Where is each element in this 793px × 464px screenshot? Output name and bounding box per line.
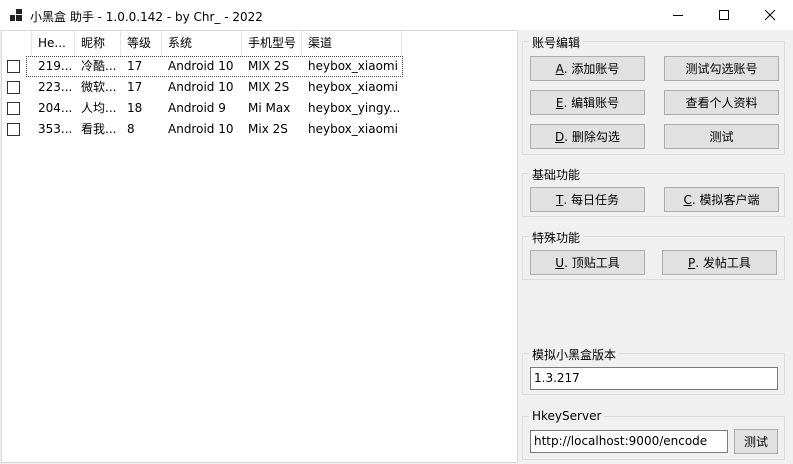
test-selected-button[interactable]: 测试勾选账号 xyxy=(664,56,779,81)
app-icon xyxy=(10,9,22,21)
close-button[interactable] xyxy=(747,0,793,30)
maximize-icon xyxy=(719,10,729,20)
cell-os: Android 9 xyxy=(168,101,226,115)
hkey-server-group: HkeyServer http://localhost:9000/encode … xyxy=(522,409,785,460)
list-header: He... 昵称 等级 系统 手机型号 渠道 xyxy=(2,31,517,56)
button-label: . 添加账号 xyxy=(563,62,620,76)
mnemonic-key: A xyxy=(555,61,564,76)
column-header-os[interactable]: 系统 xyxy=(162,31,242,56)
cell-channel: heybox_yingy... xyxy=(308,101,401,115)
account-list[interactable]: He... 昵称 等级 系统 手机型号 渠道 219... 冷酷... 17 A… xyxy=(1,30,518,463)
table-row[interactable]: 353... 看我... 8 Android 10 Mix 2S heybox_… xyxy=(2,119,402,140)
close-icon xyxy=(764,9,776,21)
test-button[interactable]: 测试 xyxy=(664,124,779,149)
cell-channel: heybox_xiaomi xyxy=(308,80,398,94)
column-header-level[interactable]: 等级 xyxy=(121,31,162,56)
mnemonic-key: C xyxy=(683,192,692,207)
cell-level: 8 xyxy=(127,122,135,136)
cell-nickname: 人均... xyxy=(81,101,117,115)
row-checkbox[interactable] xyxy=(7,81,20,94)
cell-id: 353... xyxy=(38,122,73,136)
button-label: . 每日任务 xyxy=(563,193,619,207)
row-checkbox[interactable] xyxy=(7,60,20,73)
cell-model: Mix 2S xyxy=(248,122,288,136)
cell-level: 18 xyxy=(127,101,143,115)
column-header-id[interactable]: He... xyxy=(32,31,75,56)
column-header-nickname[interactable]: 昵称 xyxy=(75,31,121,56)
row-checkbox[interactable] xyxy=(7,123,20,136)
table-row[interactable]: 204... 人均... 18 Android 9 Mi Max heybox_… xyxy=(2,98,402,119)
group-title: 基础功能 xyxy=(529,166,584,183)
add-account-button[interactable]: A. 添加账号 xyxy=(530,56,645,81)
group-title: HkeyServer xyxy=(529,409,605,423)
top-post-tool-button[interactable]: U. 顶贴工具 xyxy=(530,250,645,275)
button-label: . 模拟客户端 xyxy=(691,193,760,207)
view-profile-button[interactable]: 查看个人资料 xyxy=(664,90,779,115)
button-label: . 删除勾选 xyxy=(564,130,620,144)
group-title: 模拟小黑盒版本 xyxy=(529,346,620,363)
button-label: . 编辑账号 xyxy=(563,96,620,110)
main-window: 小黑盒 助手 - 1.0.0.142 - by Chr_ - 2022 He..… xyxy=(0,0,793,464)
cell-model: MIX 2S xyxy=(248,80,290,94)
row-checkbox[interactable] xyxy=(7,102,20,115)
mnemonic-key: T xyxy=(556,192,564,207)
cell-nickname: 看我... xyxy=(81,122,117,136)
focus-rectangle xyxy=(26,56,403,77)
mnemonic-key: P xyxy=(688,255,696,270)
account-edit-group: 账号编辑 A. 添加账号 测试勾选账号 E. 编辑账号 查看个人资料 D. 删除… xyxy=(522,34,785,155)
mnemonic-key: E xyxy=(555,95,564,110)
title-bar: 小黑盒 助手 - 1.0.0.142 - by Chr_ - 2022 xyxy=(0,0,793,30)
cell-channel: heybox_xiaomi xyxy=(308,122,398,136)
window-title: 小黑盒 助手 - 1.0.0.142 - by Chr_ - 2022 xyxy=(30,10,263,24)
hkey-test-button[interactable]: 测试 xyxy=(734,429,778,454)
daily-task-button[interactable]: T. 每日任务 xyxy=(530,187,645,212)
column-header-channel[interactable]: 渠道 xyxy=(302,31,402,56)
table-row[interactable]: 223... 微软... 17 Android 10 MIX 2S heybox… xyxy=(2,77,402,98)
minimize-icon xyxy=(673,15,683,16)
group-title: 账号编辑 xyxy=(529,34,584,51)
cell-level: 17 xyxy=(127,80,143,94)
version-group: 模拟小黑盒版本 1.3.217 xyxy=(522,346,785,395)
mnemonic-key: D xyxy=(555,129,565,144)
cell-nickname: 微软... xyxy=(81,80,117,94)
minimize-button[interactable] xyxy=(655,0,701,30)
post-tool-button[interactable]: P. 发帖工具 xyxy=(662,250,777,275)
special-features-group: 特殊功能 U. 顶贴工具 P. 发帖工具 xyxy=(522,229,785,280)
cell-model: Mi Max xyxy=(248,101,291,115)
mnemonic-key: U xyxy=(555,255,565,270)
delete-selected-button[interactable]: D. 删除勾选 xyxy=(530,124,645,149)
cell-id: 223... xyxy=(38,80,73,94)
button-label: . 发帖工具 xyxy=(695,256,751,270)
cell-os: Android 10 xyxy=(168,122,234,136)
simulate-client-button[interactable]: C. 模拟客户端 xyxy=(664,187,779,212)
column-header-model[interactable]: 手机型号 xyxy=(242,31,302,56)
version-input[interactable]: 1.3.217 xyxy=(530,367,778,390)
button-label: . 顶贴工具 xyxy=(564,256,620,270)
cell-id: 204... xyxy=(38,101,73,115)
maximize-button[interactable] xyxy=(701,0,747,30)
column-header-check[interactable] xyxy=(2,31,32,56)
hkey-server-url-input[interactable]: http://localhost:9000/encode xyxy=(530,430,728,453)
cell-os: Android 10 xyxy=(168,80,234,94)
basic-features-group: 基础功能 T. 每日任务 C. 模拟客户端 xyxy=(522,166,785,217)
group-title: 特殊功能 xyxy=(529,229,584,246)
edit-account-button[interactable]: E. 编辑账号 xyxy=(530,90,645,115)
